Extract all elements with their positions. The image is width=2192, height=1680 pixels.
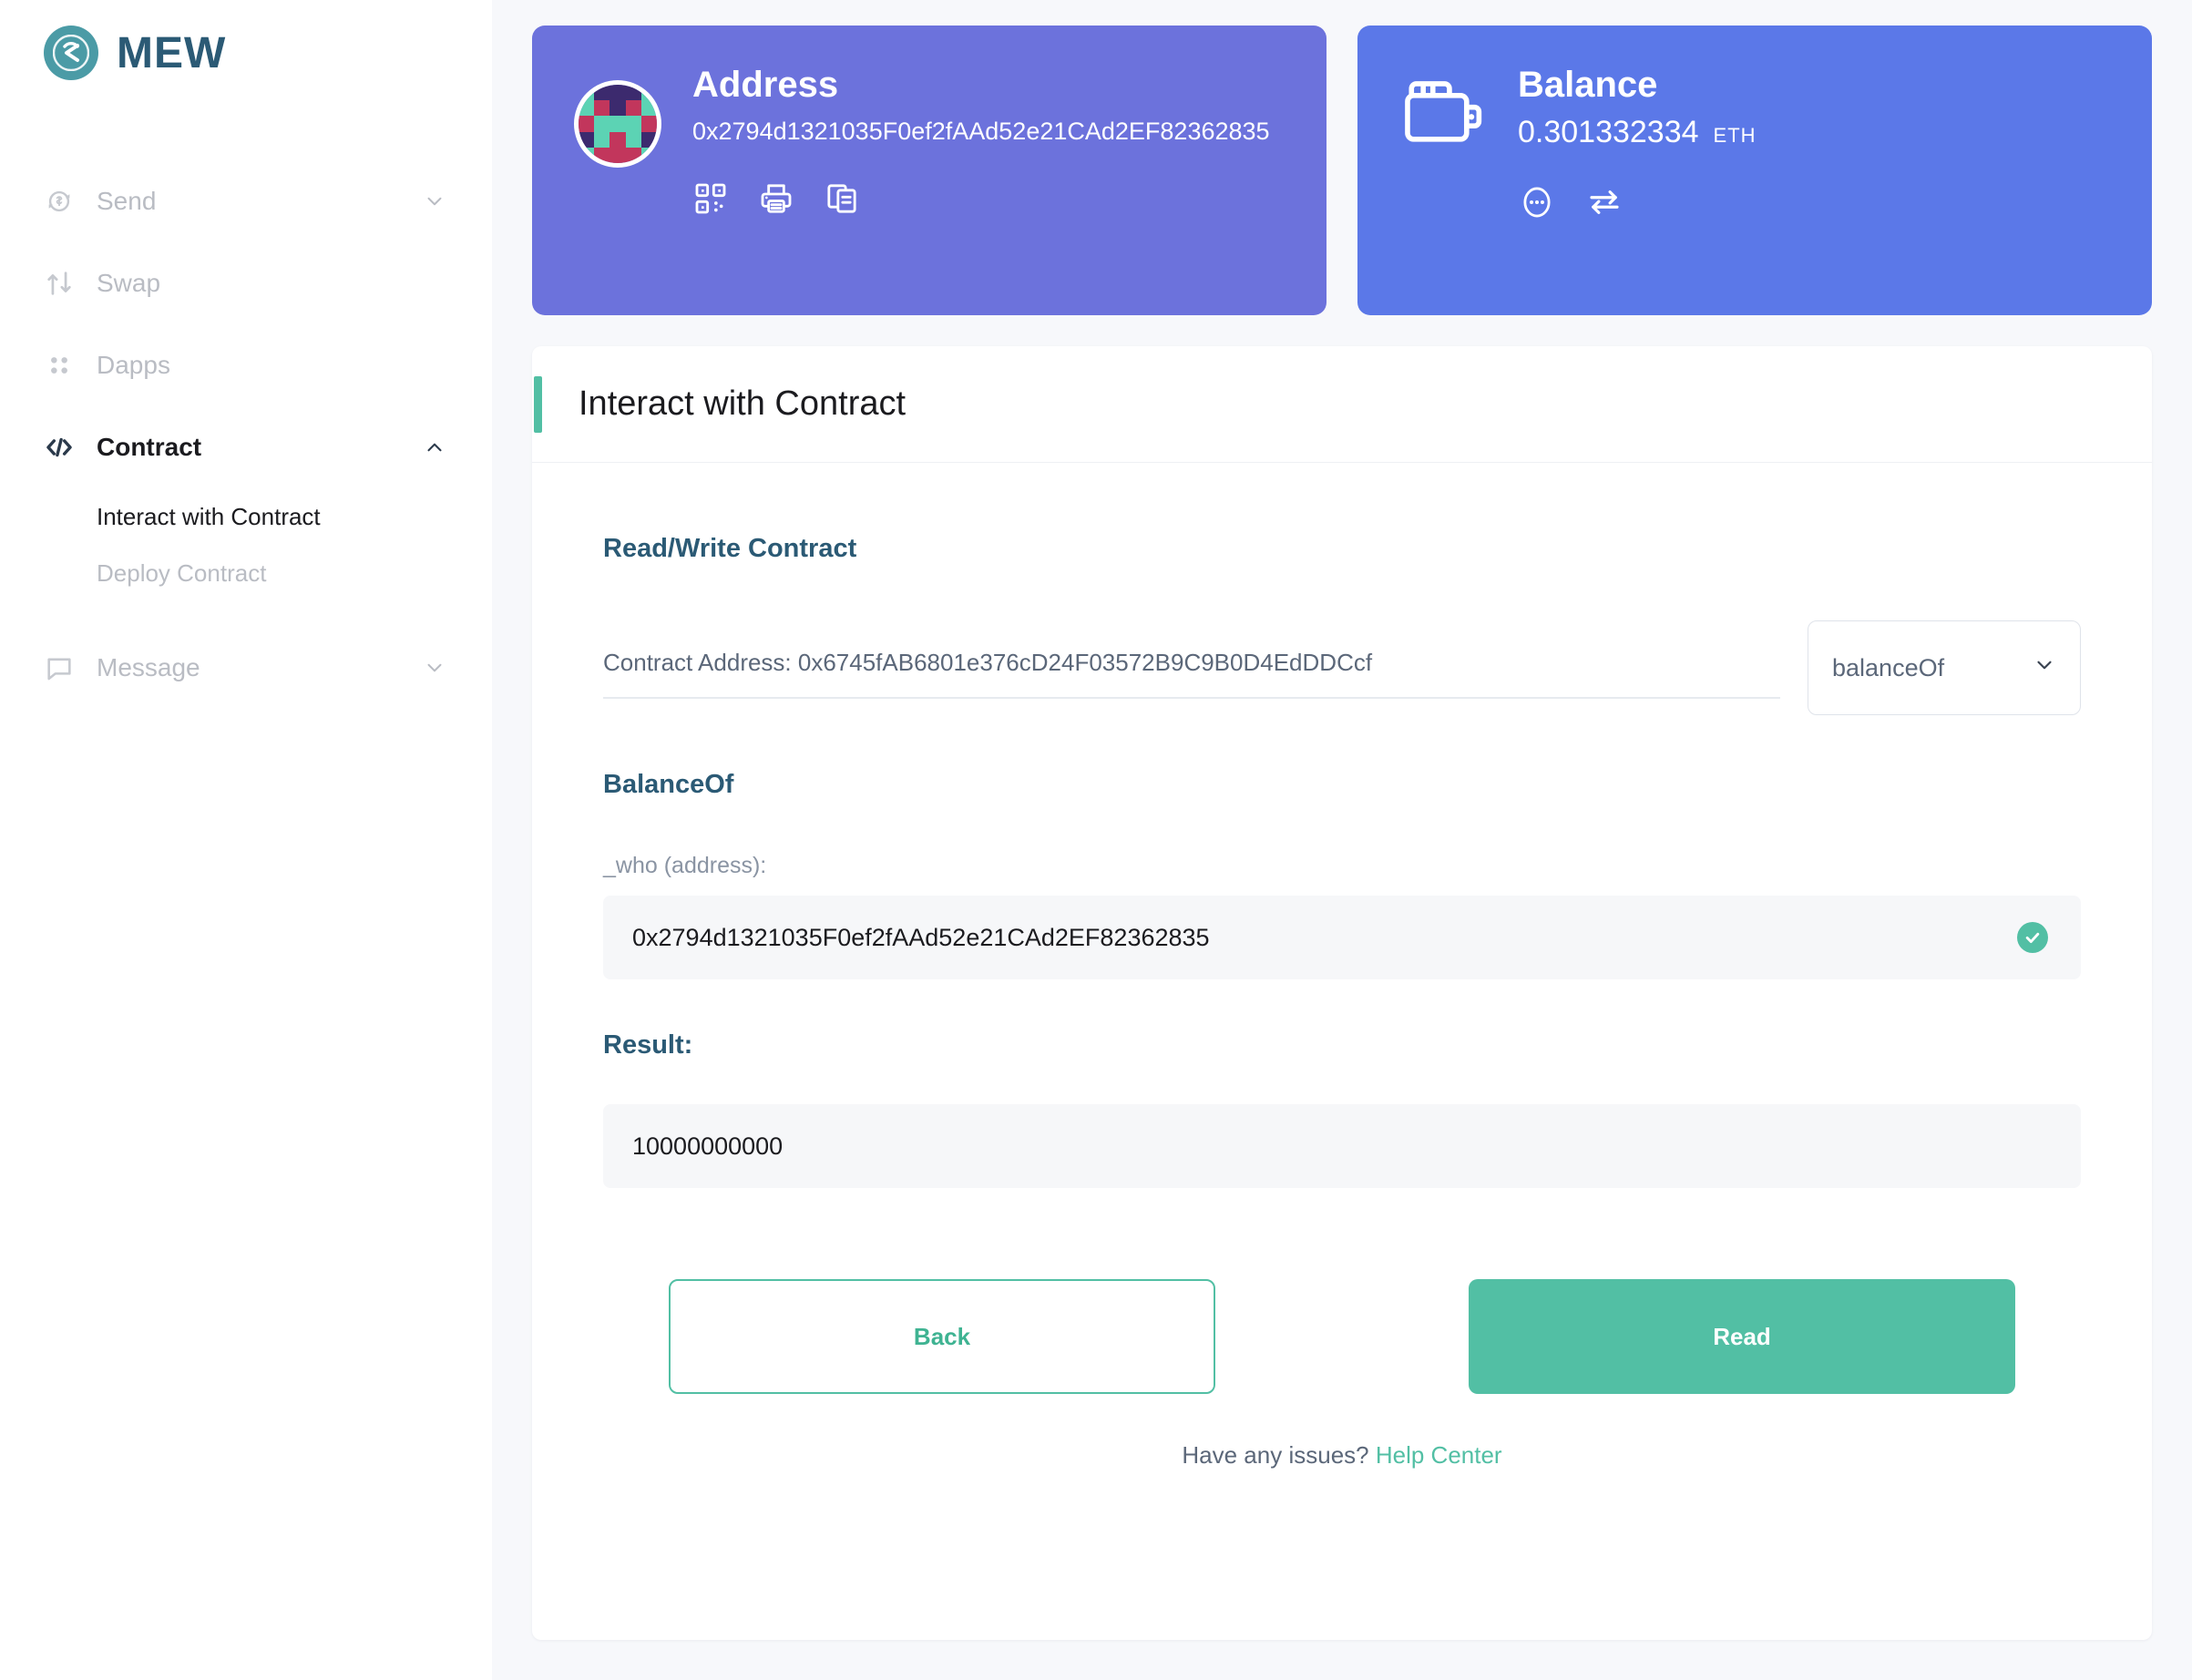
printer-icon[interactable] [758, 180, 794, 217]
balance-card-actions [1518, 183, 2110, 221]
address-card-value: 0x2794d1321035F0ef2fAAd52e21CAd2EF823628… [692, 118, 1270, 145]
sub-item-label: Interact with Contract [97, 502, 321, 530]
who-input-label: _who (address): [603, 853, 767, 878]
section-label-read-write: Read/Write Contract [603, 534, 857, 563]
sidebar-item-label: Contract [97, 433, 202, 461]
panel-body: Read/Write Contract Contract Address: 0x… [532, 463, 2152, 1470]
interact-contract-panel: Interact with Contract Read/Write Contra… [532, 346, 2152, 1640]
swap-exchange-icon[interactable] [1585, 183, 1624, 221]
dapps-dots-icon [44, 350, 86, 381]
result-value-box: 10000000000 [603, 1104, 2081, 1188]
sidebar-item-label: Send [97, 187, 157, 215]
send-circle-icon [44, 186, 86, 217]
who-address-value: 0x2794d1321035F0ef2fAAd52e21CAd2EF823628… [632, 923, 1210, 951]
code-brackets-icon [44, 432, 86, 463]
sidebar-item-contract[interactable]: Contract [0, 406, 492, 488]
address-card: Address 0x2794d1321035F0ef2fAAd52e21CAd2… [532, 26, 1326, 315]
qr-code-icon[interactable] [692, 180, 729, 217]
function-select-value: balanceOf [1832, 653, 1945, 681]
accent-bar [534, 375, 542, 433]
sidebar-item-swap[interactable]: Swap [0, 242, 492, 324]
back-button[interactable]: Back [669, 1279, 1215, 1394]
help-center-link[interactable]: Help Center [1376, 1441, 1502, 1469]
swap-arrows-icon [44, 268, 86, 299]
sidebar-item-deploy-contract[interactable]: Deploy Contract [0, 545, 492, 601]
copy-icon[interactable] [824, 180, 860, 217]
sidebar-item-label: Dapps [97, 351, 170, 379]
chevron-down-icon [2033, 653, 2056, 683]
summary-cards: Address 0x2794d1321035F0ef2fAAd52e21CAd2… [532, 26, 2152, 315]
address-card-title: Address [692, 65, 839, 105]
read-button-label: Read [1713, 1322, 1771, 1350]
panel-header: Interact with Contract [532, 346, 2152, 463]
sidebar-item-send[interactable]: Send [0, 160, 492, 242]
balance-unit: ETH [1713, 124, 1757, 147]
check-circle-icon [2017, 922, 2048, 953]
contract-address-text: Contract Address: 0x6745fAB6801e376cD24F… [603, 649, 1780, 699]
balance-amount: 0.301332334 [1518, 115, 1699, 149]
action-buttons: Back Read [603, 1279, 2081, 1394]
read-button[interactable]: Read [1469, 1279, 2015, 1394]
balance-card: Balance 0.301332334 ETH [1357, 26, 2152, 315]
sidebar: MEW Send Swap Dapps Contract Interact wi… [0, 0, 492, 1680]
sidebar-item-dapps[interactable]: Dapps [0, 324, 492, 406]
message-bubble-icon [44, 652, 86, 683]
contract-address-row: Contract Address: 0x6745fAB6801e376cD24F… [603, 620, 2081, 715]
app-root: MEW Send Swap Dapps Contract Interact wi… [0, 0, 2192, 1680]
result-value: 10000000000 [632, 1132, 784, 1160]
brand-logo[interactable]: MEW [0, 0, 492, 80]
balance-card-title: Balance [1518, 65, 1658, 105]
back-button-label: Back [913, 1322, 971, 1350]
sub-item-label: Deploy Contract [97, 558, 267, 587]
sidebar-item-label: Swap [97, 269, 161, 297]
chevron-up-icon[interactable] [423, 435, 448, 459]
brand-name: MEW [117, 28, 227, 77]
more-ellipsis-icon[interactable] [1518, 183, 1556, 221]
sidebar-item-message[interactable]: Message [0, 627, 492, 709]
wallet-icon [1399, 73, 1487, 277]
footer-help: Have any issues? Help Center [603, 1441, 2081, 1470]
sidebar-item-label: Message [97, 653, 200, 681]
sidebar-nav: Send Swap Dapps Contract Interact with C… [0, 160, 492, 709]
function-select[interactable]: balanceOf [1808, 620, 2081, 715]
footer-text: Have any issues? [1182, 1441, 1369, 1469]
main-content: Address 0x2794d1321035F0ef2fAAd52e21CAd2… [492, 0, 2192, 1680]
chevron-down-icon[interactable] [423, 656, 448, 680]
mew-logo-icon [44, 26, 98, 80]
identicon-avatar [574, 80, 661, 168]
who-address-input[interactable]: 0x2794d1321035F0ef2fAAd52e21CAd2EF823628… [603, 896, 2081, 979]
chevron-down-icon[interactable] [423, 190, 448, 213]
page-title: Interact with Contract [579, 384, 907, 423]
function-name-heading: BalanceOf [603, 770, 734, 799]
result-label: Result: [603, 1030, 693, 1060]
sidebar-item-interact-with-contract[interactable]: Interact with Contract [0, 488, 492, 545]
address-card-actions [692, 180, 1285, 217]
